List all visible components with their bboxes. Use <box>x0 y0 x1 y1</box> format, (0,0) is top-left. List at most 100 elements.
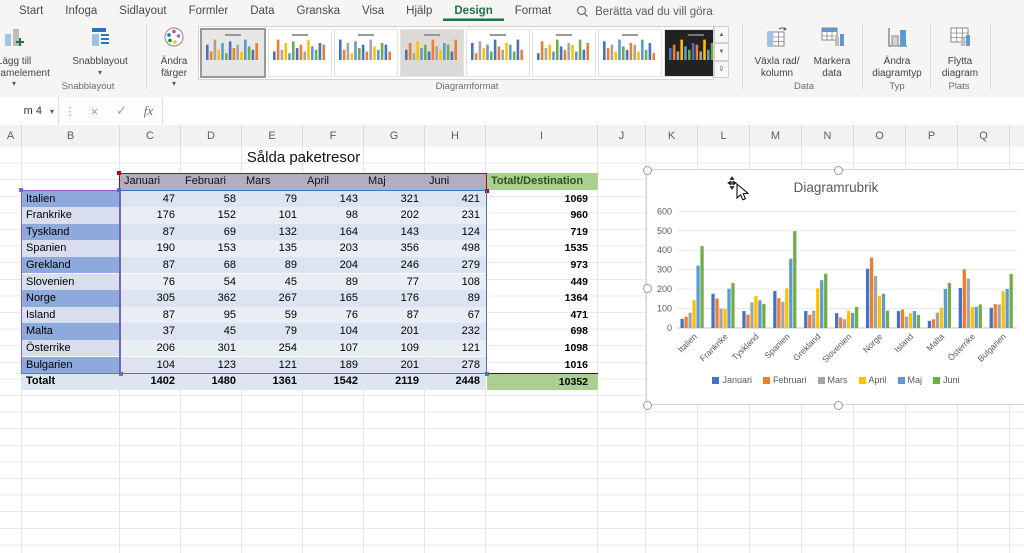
country-cell[interactable]: Spanien <box>22 240 120 257</box>
value-cell[interactable]: 135 <box>242 240 303 257</box>
chart-style-thumbnail[interactable] <box>532 29 596 77</box>
insert-function-icon[interactable]: fx <box>135 97 162 125</box>
value-cell[interactable]: 321 <box>364 191 425 208</box>
resize-handle[interactable] <box>834 401 843 410</box>
value-cell[interactable]: 201 <box>364 357 425 374</box>
country-cell[interactable]: Bulgarien <box>22 357 120 374</box>
value-cell[interactable]: 89 <box>425 290 486 307</box>
chart-title[interactable]: Diagramrubrik <box>647 180 1024 195</box>
country-cell[interactable]: Island <box>22 307 120 324</box>
row-total-cell[interactable]: 1069 <box>487 191 598 208</box>
tab-format[interactable]: Format <box>504 2 562 21</box>
tab-granska[interactable]: Granska <box>286 2 351 21</box>
value-cell[interactable]: 143 <box>303 191 364 208</box>
switch-row-column-button[interactable]: Växla rad/ kolumn <box>748 25 806 79</box>
chart-style-thumbnail[interactable] <box>466 29 530 77</box>
value-cell[interactable]: 498 <box>425 240 486 257</box>
value-cell[interactable]: 165 <box>303 290 364 307</box>
resize-handle[interactable] <box>643 401 652 410</box>
row-total-cell[interactable]: 1535 <box>487 240 598 257</box>
resize-handle[interactable] <box>643 284 652 293</box>
value-cell[interactable]: 143 <box>364 224 425 241</box>
column-header-o[interactable]: O <box>854 125 906 147</box>
column-header-h[interactable]: H <box>425 125 486 147</box>
value-cell[interactable]: 123 <box>181 357 242 374</box>
value-cell[interactable]: 69 <box>181 224 242 241</box>
tab-infoga[interactable]: Infoga <box>54 2 108 21</box>
value-cell[interactable]: 76 <box>303 307 364 324</box>
column-header-k[interactable]: K <box>646 125 698 147</box>
value-cell[interactable]: 176 <box>364 290 425 307</box>
value-cell[interactable]: 101 <box>242 207 303 224</box>
value-cell[interactable]: 89 <box>303 274 364 291</box>
value-cell[interactable]: 89 <box>242 257 303 274</box>
column-header-e[interactable]: E <box>242 125 303 147</box>
gallery-scroll-down-button[interactable]: ▼ <box>714 43 729 60</box>
move-chart-button[interactable]: Flytta diagram <box>934 25 986 79</box>
country-cell[interactable]: Slovenien <box>22 274 120 291</box>
country-cell[interactable]: Grekland <box>22 257 120 274</box>
value-cell[interactable]: 77 <box>364 274 425 291</box>
value-cell[interactable]: 107 <box>303 340 364 357</box>
sheet-title[interactable]: Sålda paketresor <box>120 150 487 167</box>
formula-input[interactable] <box>162 97 1024 125</box>
column-header-c[interactable]: C <box>120 125 181 147</box>
column-header-b[interactable]: B <box>22 125 120 147</box>
column-header-q[interactable]: Q <box>958 125 1010 147</box>
formula-bar-grip[interactable]: ⋮ <box>59 97 81 125</box>
value-cell[interactable]: 87 <box>120 257 181 274</box>
month-header-cell[interactable]: Januari <box>120 173 181 190</box>
value-cell[interactable]: 58 <box>181 191 242 208</box>
value-cell[interactable]: 37 <box>120 323 181 340</box>
value-cell[interactable]: 278 <box>425 357 486 374</box>
value-cell[interactable]: 54 <box>181 274 242 291</box>
value-cell[interactable]: 109 <box>364 340 425 357</box>
resize-handle[interactable] <box>643 166 652 175</box>
row-total-cell[interactable]: 719 <box>487 224 598 241</box>
column-header-n[interactable]: N <box>802 125 854 147</box>
value-cell[interactable]: 104 <box>120 357 181 374</box>
total-value-cell[interactable]: 1361 <box>242 373 303 390</box>
tab-hjälp[interactable]: Hjälp <box>395 2 443 21</box>
total-value-cell[interactable]: 1480 <box>181 373 242 390</box>
column-header-j[interactable]: J <box>598 125 646 147</box>
value-cell[interactable]: 87 <box>120 307 181 324</box>
column-header-m[interactable]: M <box>750 125 802 147</box>
value-cell[interactable]: 76 <box>120 274 181 291</box>
value-cell[interactable]: 59 <box>242 307 303 324</box>
chart-legend[interactable]: JanuariFebruariMarsAprilMajJuni <box>647 375 1024 385</box>
value-cell[interactable]: 47 <box>120 191 181 208</box>
total-value-cell[interactable]: 2448 <box>425 373 486 390</box>
value-cell[interactable]: 421 <box>425 191 486 208</box>
row-total-cell[interactable]: 1098 <box>487 340 598 357</box>
value-cell[interactable]: 232 <box>425 323 486 340</box>
row-total-cell[interactable]: 960 <box>487 207 598 224</box>
country-cell[interactable]: Tyskland <box>22 224 120 241</box>
value-cell[interactable]: 98 <box>303 207 364 224</box>
enter-icon[interactable]: ✓ <box>108 97 135 125</box>
value-cell[interactable]: 68 <box>181 257 242 274</box>
chart-style-thumbnail[interactable] <box>200 28 266 78</box>
total-column-header[interactable]: Totalt/Destination <box>487 173 598 190</box>
total-value-cell[interactable]: 1402 <box>120 373 181 390</box>
value-cell[interactable]: 87 <box>120 224 181 241</box>
month-header-cell[interactable]: Februari <box>181 173 242 190</box>
quick-layout-button[interactable]: Snabblayout ▾ <box>60 25 140 77</box>
value-cell[interactable]: 121 <box>242 357 303 374</box>
value-cell[interactable]: 189 <box>303 357 364 374</box>
tab-data[interactable]: Data <box>239 2 285 21</box>
add-chart-element-button[interactable]: Lägg till diagramelement ▾ <box>0 25 58 89</box>
value-cell[interactable]: 356 <box>364 240 425 257</box>
change-chart-type-button[interactable]: Ändra diagramtyp <box>866 25 928 79</box>
chart-object[interactable]: Diagramrubrik 0100200300400500600Italien… <box>646 169 1024 405</box>
row-total-cell[interactable]: 698 <box>487 323 598 340</box>
value-cell[interactable]: 152 <box>181 207 242 224</box>
month-header-cell[interactable]: Mars <box>242 173 303 190</box>
resize-handle[interactable] <box>834 166 843 175</box>
column-header-p[interactable]: P <box>906 125 958 147</box>
row-total-cell[interactable]: 1364 <box>487 290 598 307</box>
row-total-cell[interactable]: 471 <box>487 307 598 324</box>
country-cell[interactable]: Frankrike <box>22 207 120 224</box>
gallery-scroll-up-button[interactable]: ▲ <box>714 26 729 43</box>
total-row-label[interactable]: Totalt <box>22 373 120 390</box>
